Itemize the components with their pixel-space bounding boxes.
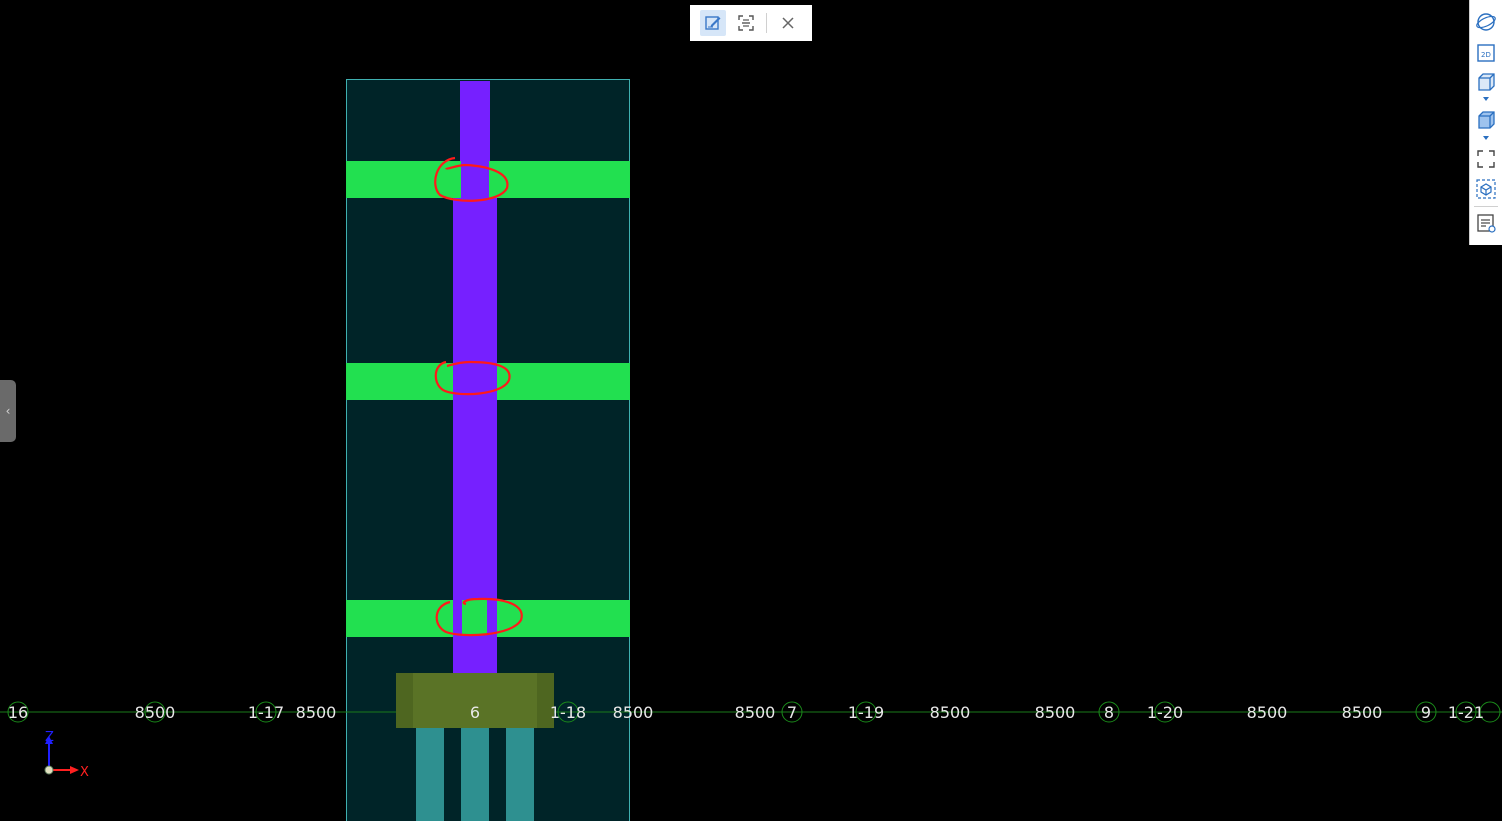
pile[interactable] (416, 727, 444, 821)
section-box-icon (1476, 179, 1496, 199)
grid-dimension-label: 8500 (1247, 703, 1288, 722)
properties-button[interactable] (1474, 211, 1498, 235)
section-box-button[interactable] (1474, 177, 1498, 201)
grid-dimension-label: 8500 (1342, 703, 1383, 722)
orbit-button[interactable] (1474, 10, 1498, 34)
caret-down-icon (1483, 136, 1489, 140)
2d-view-icon: 2D (1477, 44, 1495, 62)
grid-axis-label: 7 (787, 703, 797, 722)
grid-axis-label: 1-20 (1147, 703, 1183, 722)
display-mode-button[interactable] (1474, 108, 1498, 132)
grid-dimension-label: 8500 (135, 703, 176, 722)
view-cube-button[interactable] (1474, 70, 1498, 94)
grid-axis-label: 9 (1421, 703, 1431, 722)
grid-axis-label: 6 (470, 703, 480, 722)
3d-model-viewport[interactable]: 16 8500 1-17 8500 6 1-18 8500 8500 7 1-19 8500 8500… (0, 0, 1502, 821)
properties-list-icon (1477, 214, 1496, 233)
chevron-left-icon: ‹ (5, 404, 11, 418)
grid-axis-label: 1-19 (848, 703, 884, 722)
markup-toolbar (690, 5, 812, 41)
x-axis-arrow (70, 766, 79, 774)
toolbar-separator (766, 13, 767, 33)
orbit-icon (1476, 13, 1496, 31)
view-toolbar: 2D (1469, 0, 1502, 245)
column-upper[interactable] (460, 81, 490, 161)
edit-annotation-button[interactable] (700, 10, 726, 36)
toolbar-separator (1474, 206, 1498, 207)
grid-dimension-label: 8500 (296, 703, 337, 722)
pile[interactable] (506, 727, 534, 821)
grid-dimension-label: 8500 (735, 703, 776, 722)
grid-dimension-label: 8500 (930, 703, 971, 722)
grid-axis-label: 1-17 (248, 703, 284, 722)
axis-triad: Z X (44, 730, 89, 780)
grid-axis-label: 1-21 (1448, 703, 1484, 722)
screenshot-icon (738, 15, 754, 31)
beam-column-joint (489, 161, 497, 198)
left-panel-toggle[interactable]: ‹ (0, 380, 16, 442)
close-icon (782, 17, 794, 29)
model-scene[interactable]: 16 8500 1-17 8500 6 1-18 8500 8500 7 1-19 8500 8500… (0, 0, 1502, 821)
display-mode-dropdown[interactable] (1474, 131, 1498, 145)
edit-icon (705, 16, 721, 30)
fullscreen-icon (1477, 150, 1495, 168)
beam-column-joint (462, 600, 487, 635)
column[interactable] (453, 161, 497, 673)
grid-axis-label: 8 (1104, 703, 1114, 722)
solid-cube-icon (1478, 111, 1495, 129)
grid-axis-label: 1-18 (550, 703, 586, 722)
pile[interactable] (461, 727, 489, 821)
screen-capture-button[interactable] (733, 10, 759, 36)
grid-dimension-label: 16 (8, 703, 28, 722)
grid-dimension-label: 8500 (613, 703, 654, 722)
x-axis-label: X (80, 765, 89, 780)
cube-icon (1478, 73, 1495, 91)
z-axis-label: Z (45, 730, 54, 745)
caret-down-icon (1483, 97, 1489, 101)
axis-origin (44, 765, 54, 775)
fullscreen-button[interactable] (1474, 147, 1498, 171)
view-2d-label: 2D (1481, 51, 1491, 59)
view-cube-dropdown[interactable] (1474, 92, 1498, 106)
grid-dimension-label: 8500 (1035, 703, 1076, 722)
close-toolbar-button[interactable] (775, 10, 801, 36)
view-2d-button[interactable]: 2D (1474, 41, 1498, 65)
